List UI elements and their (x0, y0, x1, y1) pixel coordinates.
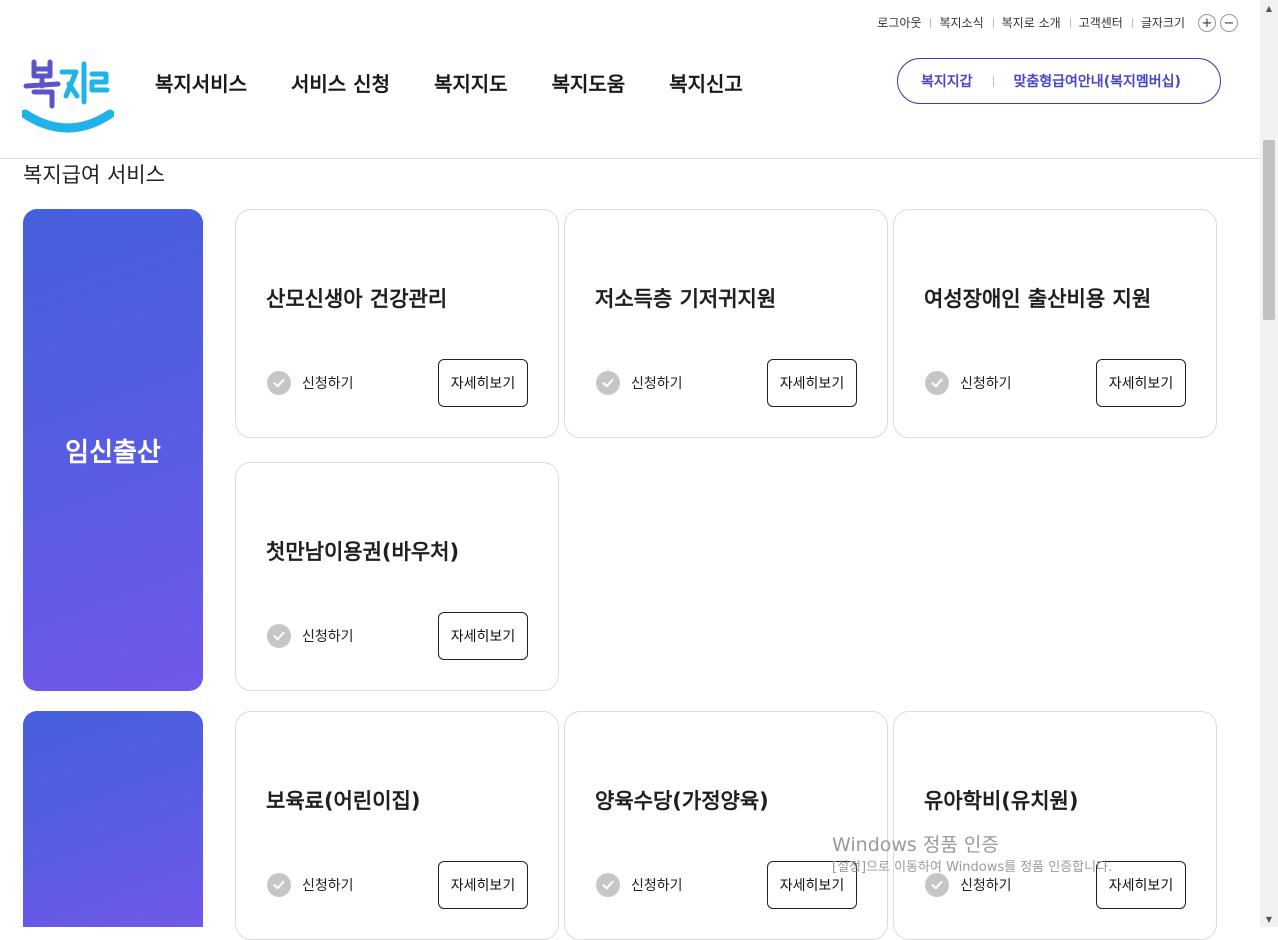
apply-status[interactable]: 신청하기 (267, 371, 354, 395)
apply-status[interactable]: 신청하기 (925, 873, 1012, 897)
welfare-membership-link[interactable]: 맞춤형급여안내(복지멤버십) (1014, 71, 1181, 91)
font-decrease-button[interactable]: − (1220, 14, 1238, 32)
nav-service-apply[interactable]: 서비스 신청 (291, 70, 390, 98)
nav-welfare-service[interactable]: 복지서비스 (155, 70, 247, 98)
check-icon (596, 371, 620, 395)
check-icon (267, 873, 291, 897)
apply-status[interactable]: 신청하기 (267, 873, 354, 897)
apply-label: 신청하기 (631, 878, 683, 894)
apply-status[interactable]: 신청하기 (925, 371, 1012, 395)
card-title: 유아학비(유치원) (924, 789, 1079, 813)
welfare-pill: 복지지갑 맞춤형급여안내(복지멤버십) (897, 58, 1221, 104)
welfare-wallet-link[interactable]: 복지지갑 (898, 71, 973, 91)
detail-button[interactable]: 자세히보기 (438, 359, 528, 407)
service-card: 산모신생아 건강관리 신청하기 자세히보기 (235, 209, 559, 438)
category-childcare (23, 711, 203, 927)
card-title: 산모신생아 건강관리 (266, 287, 448, 311)
apply-status[interactable]: 신청하기 (267, 624, 354, 648)
section-title: 복지급여 서비스 (23, 163, 165, 187)
card-title: 저소득층 기저귀지원 (595, 287, 777, 311)
detail-button[interactable]: 자세히보기 (767, 861, 857, 909)
detail-button[interactable]: 자세히보기 (438, 861, 528, 909)
news-link[interactable]: 복지소식 (930, 15, 992, 31)
service-card: 여성장애인 출산비용 지원 신청하기 자세히보기 (893, 209, 1217, 438)
apply-label: 신청하기 (302, 878, 354, 894)
apply-status[interactable]: 신청하기 (596, 873, 683, 897)
check-icon (596, 873, 620, 897)
main-nav: 복지서비스 서비스 신청 복지지도 복지도움 복지신고 (155, 70, 787, 98)
nav-welfare-help[interactable]: 복지도움 (552, 70, 626, 98)
service-card: 보육료(어린이집) 신청하기 자세히보기 (235, 711, 559, 940)
check-icon (925, 371, 949, 395)
page-scrollbar[interactable]: ▲ ▼ (1260, 0, 1278, 927)
detail-button[interactable]: 자세히보기 (767, 359, 857, 407)
nav-welfare-report[interactable]: 복지신고 (669, 70, 743, 98)
scroll-down-arrow-icon[interactable]: ▼ (1260, 911, 1278, 927)
header: 복지서비스 서비스 신청 복지지도 복지도움 복지신고 복지지갑 맞춤형급여안내… (0, 40, 1260, 159)
detail-button[interactable]: 자세히보기 (1096, 861, 1186, 909)
service-card: 유아학비(유치원) 신청하기 자세히보기 (893, 711, 1217, 940)
site-logo[interactable] (20, 56, 115, 140)
check-icon (925, 873, 949, 897)
service-card: 저소득층 기저귀지원 신청하기 자세히보기 (564, 209, 888, 438)
detail-button[interactable]: 자세히보기 (1096, 359, 1186, 407)
card-title: 양육수당(가정양육) (595, 789, 769, 813)
support-link[interactable]: 고객센터 (1069, 15, 1132, 31)
logout-link[interactable]: 로그아웃 (868, 15, 930, 31)
apply-label: 신청하기 (631, 376, 683, 392)
apply-status[interactable]: 신청하기 (596, 371, 683, 395)
card-title: 보육료(어린이집) (266, 789, 421, 813)
detail-button[interactable]: 자세히보기 (438, 612, 528, 660)
font-size-label: 글자크기 (1131, 15, 1194, 31)
apply-label: 신청하기 (302, 629, 354, 645)
logo-icon (20, 59, 115, 133)
font-increase-button[interactable]: + (1198, 14, 1216, 32)
scroll-thumb[interactable] (1263, 140, 1275, 320)
service-card: 양육수당(가정양육) 신청하기 자세히보기 (564, 711, 888, 940)
check-icon (267, 624, 291, 648)
category-pregnancy: 임신출산 (23, 209, 203, 691)
apply-label: 신청하기 (960, 878, 1012, 894)
scroll-up-arrow-icon[interactable]: ▲ (1260, 0, 1278, 16)
apply-label: 신청하기 (960, 376, 1012, 392)
nav-welfare-map[interactable]: 복지지도 (434, 70, 508, 98)
card-title: 첫만남이용권(바우처) (266, 540, 460, 564)
card-title: 여성장애인 출산비용 지원 (924, 287, 1152, 311)
about-link[interactable]: 복지로 소개 (992, 15, 1070, 31)
check-icon (267, 371, 291, 395)
apply-label: 신청하기 (302, 376, 354, 392)
service-card: 첫만남이용권(바우처) 신청하기 자세히보기 (235, 462, 559, 691)
utility-bar: 로그아웃 복지소식 복지로 소개 고객센터 글자크기 + − (868, 13, 1238, 33)
pill-divider (992, 75, 994, 87)
